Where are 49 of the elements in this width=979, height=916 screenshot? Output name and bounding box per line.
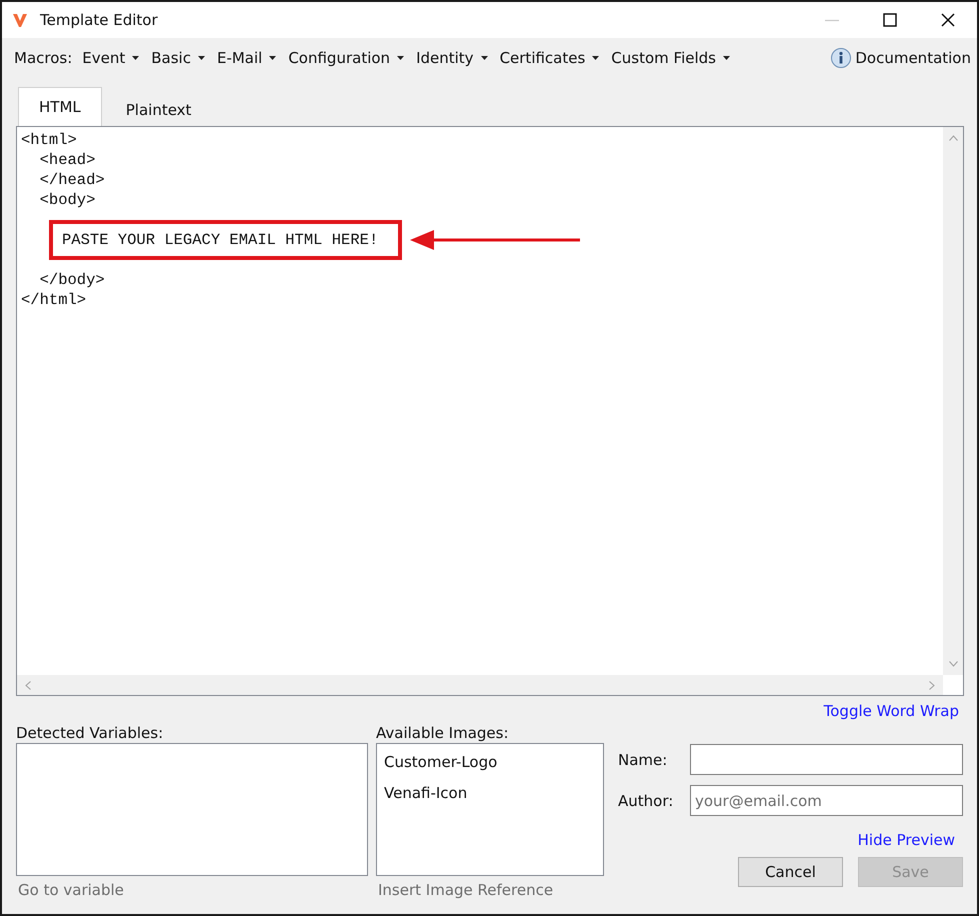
toggle-word-wrap-link[interactable]: Toggle Word Wrap xyxy=(824,702,959,724)
menu-item[interactable]: Certificates xyxy=(500,49,600,67)
caret-icon xyxy=(269,56,276,60)
menu-item[interactable]: Configuration xyxy=(288,49,404,67)
scroll-up-icon[interactable] xyxy=(948,135,958,141)
caret-icon xyxy=(480,56,488,60)
field-label: Author: xyxy=(618,792,674,810)
code-line: </html> xyxy=(21,291,86,309)
list-box[interactable]: Customer-Logo Venafi-Icon xyxy=(376,743,604,876)
field-label: Name: xyxy=(618,750,668,768)
close-icon[interactable] xyxy=(941,13,955,27)
hide-preview-link[interactable]: Hide Preview xyxy=(858,831,955,849)
tab[interactable]: Plaintext xyxy=(102,94,216,126)
menu-item[interactable]: E-Mail xyxy=(216,49,276,67)
code-line: </head> xyxy=(38,171,105,189)
menu-item[interactable]: Basic xyxy=(151,49,205,67)
name-field[interactable] xyxy=(690,744,963,775)
menu-item[interactable]: Event xyxy=(82,49,140,67)
window-title: Template Editor xyxy=(40,11,158,29)
tab[interactable]: HTML xyxy=(18,87,102,126)
code-line: <body> xyxy=(38,191,96,209)
section-label: Detected Variables: xyxy=(16,724,164,743)
code-line: <head> xyxy=(38,151,96,169)
caret-icon xyxy=(198,56,205,60)
documentation-button[interactable]: Documentation xyxy=(830,47,971,69)
scroll-right-icon[interactable] xyxy=(929,680,935,690)
horizontal-scrollbar[interactable] xyxy=(17,675,943,695)
code-line: <html> xyxy=(21,131,77,149)
scroll-down-icon[interactable] xyxy=(948,661,958,667)
author-field[interactable]: your@email.com xyxy=(690,785,963,816)
app-logo-icon xyxy=(12,12,28,28)
section-label: Available Images: xyxy=(376,724,510,743)
caret-icon xyxy=(132,56,140,60)
macros-label: Macros: xyxy=(14,49,72,67)
menu-item[interactable]: Identity xyxy=(416,49,488,67)
caret-icon xyxy=(722,56,730,60)
scroll-left-icon[interactable] xyxy=(25,680,31,690)
caret-icon xyxy=(397,56,404,60)
caret-icon xyxy=(592,56,600,60)
code-line: </body> xyxy=(38,271,105,289)
vertical-scrollbar[interactable] xyxy=(943,127,963,675)
maximize-icon[interactable] xyxy=(883,13,897,27)
list-box[interactable] xyxy=(16,743,368,876)
info-icon xyxy=(830,47,852,69)
dialog-button[interactable]: Cancel xyxy=(738,857,843,887)
code-editor[interactable]: <html> <head> </head> <body> PASTE YOUR LEGACY EMAIL HTML HERE! </body> </html> xyxy=(16,126,964,696)
list-item[interactable]: Customer-Logo xyxy=(384,748,596,779)
list-item[interactable]: Venafi-Icon xyxy=(384,779,596,810)
menu-item[interactable]: Custom Fields xyxy=(611,49,730,67)
